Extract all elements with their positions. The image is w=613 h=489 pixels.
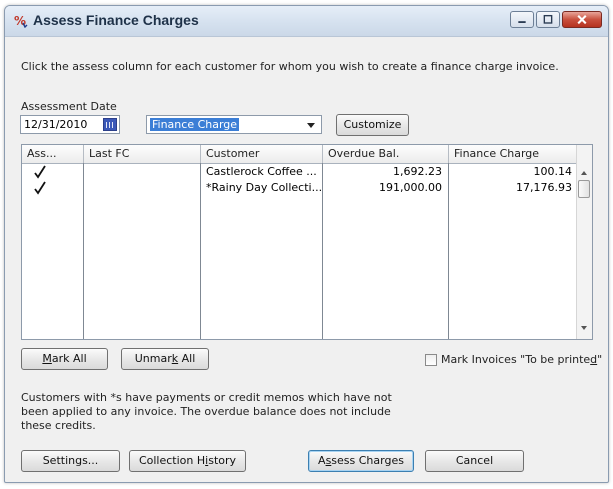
title-bar[interactable]: % Assess Finance Charges xyxy=(5,6,608,37)
dialog-body: Click the assess column for each custome… xyxy=(5,37,608,482)
assess-cell[interactable] xyxy=(22,180,83,196)
finance-charge-cell[interactable]: 17,176.93 xyxy=(449,180,578,196)
assess-finance-charges-window: % Assess Finance Charges Click the asses… xyxy=(4,5,609,483)
table-header: Ass... Last FC Customer Overdue Bal. Fin… xyxy=(22,145,576,164)
check-icon xyxy=(34,181,46,195)
close-button[interactable] xyxy=(562,11,602,28)
finance-charge-table: Ass... Last FC Customer Overdue Bal. Fin… xyxy=(21,144,593,340)
template-dropdown[interactable]: Finance Charge xyxy=(146,115,322,134)
finance-charge-cell[interactable]: 100.14 xyxy=(449,164,578,180)
template-selected-value: Finance Charge xyxy=(150,118,240,131)
column-header-last-fc[interactable]: Last FC xyxy=(84,145,201,163)
window-title: Assess Finance Charges xyxy=(33,12,199,28)
table-row[interactable]: Castlerock Coffee ... 1,692.23 100.14 xyxy=(22,164,576,180)
table-row[interactable]: *Rainy Day Collecti... 191,000.00 17,176… xyxy=(22,180,576,196)
assessment-date-label: Assessment Date xyxy=(21,100,117,113)
settings-button[interactable]: Settings... xyxy=(21,450,120,472)
customer-cell: *Rainy Day Collecti... xyxy=(206,181,322,194)
mark-all-button[interactable]: Mark All xyxy=(21,348,108,370)
assessment-date-value: 12/31/2010 xyxy=(24,118,88,131)
unmark-all-button[interactable]: Unmark All xyxy=(121,348,209,370)
check-icon xyxy=(34,165,46,179)
close-icon xyxy=(577,15,587,25)
instructions-text: Click the assess column for each custome… xyxy=(21,60,559,73)
footnote-text: Customers with *s have payments or credi… xyxy=(21,391,392,432)
calendar-icon[interactable] xyxy=(103,118,117,131)
maximize-button[interactable] xyxy=(536,11,560,28)
chevron-down-icon[interactable] xyxy=(307,123,315,128)
column-header-assess[interactable]: Ass... xyxy=(22,145,84,163)
collection-history-button[interactable]: Collection History xyxy=(129,450,246,472)
mark-to-be-printed-checkbox[interactable] xyxy=(425,354,437,366)
caption-buttons xyxy=(510,11,602,29)
assess-cell[interactable] xyxy=(22,164,83,180)
maximize-icon xyxy=(543,14,553,24)
minimize-button[interactable] xyxy=(510,11,534,28)
last-fc-cell xyxy=(84,164,200,180)
minimize-icon xyxy=(518,21,526,23)
customize-button[interactable]: Customize xyxy=(336,114,409,136)
column-header-finance-charge[interactable]: Finance Charge xyxy=(449,145,578,163)
assess-charges-button[interactable]: Assess Charges xyxy=(308,450,414,472)
cancel-button[interactable]: Cancel xyxy=(425,450,524,472)
scrollbar-thumb[interactable] xyxy=(578,180,590,198)
vertical-scrollbar[interactable] xyxy=(576,145,592,339)
mark-to-be-printed-label: Mark Invoices "To be printed" xyxy=(441,353,603,366)
last-fc-cell xyxy=(84,180,200,196)
column-header-customer[interactable]: Customer xyxy=(201,145,323,163)
overdue-balance-cell: 191,000.00 xyxy=(379,181,442,194)
finance-charge-icon: % xyxy=(14,14,28,28)
scroll-up-icon[interactable] xyxy=(581,171,587,175)
customer-cell: Castlerock Coffee ... xyxy=(206,165,317,178)
assessment-date-field[interactable]: 12/31/2010 xyxy=(20,115,120,134)
overdue-balance-cell: 1,692.23 xyxy=(393,165,442,178)
column-header-overdue-bal[interactable]: Overdue Bal. xyxy=(323,145,449,163)
scroll-down-icon[interactable] xyxy=(581,326,587,330)
